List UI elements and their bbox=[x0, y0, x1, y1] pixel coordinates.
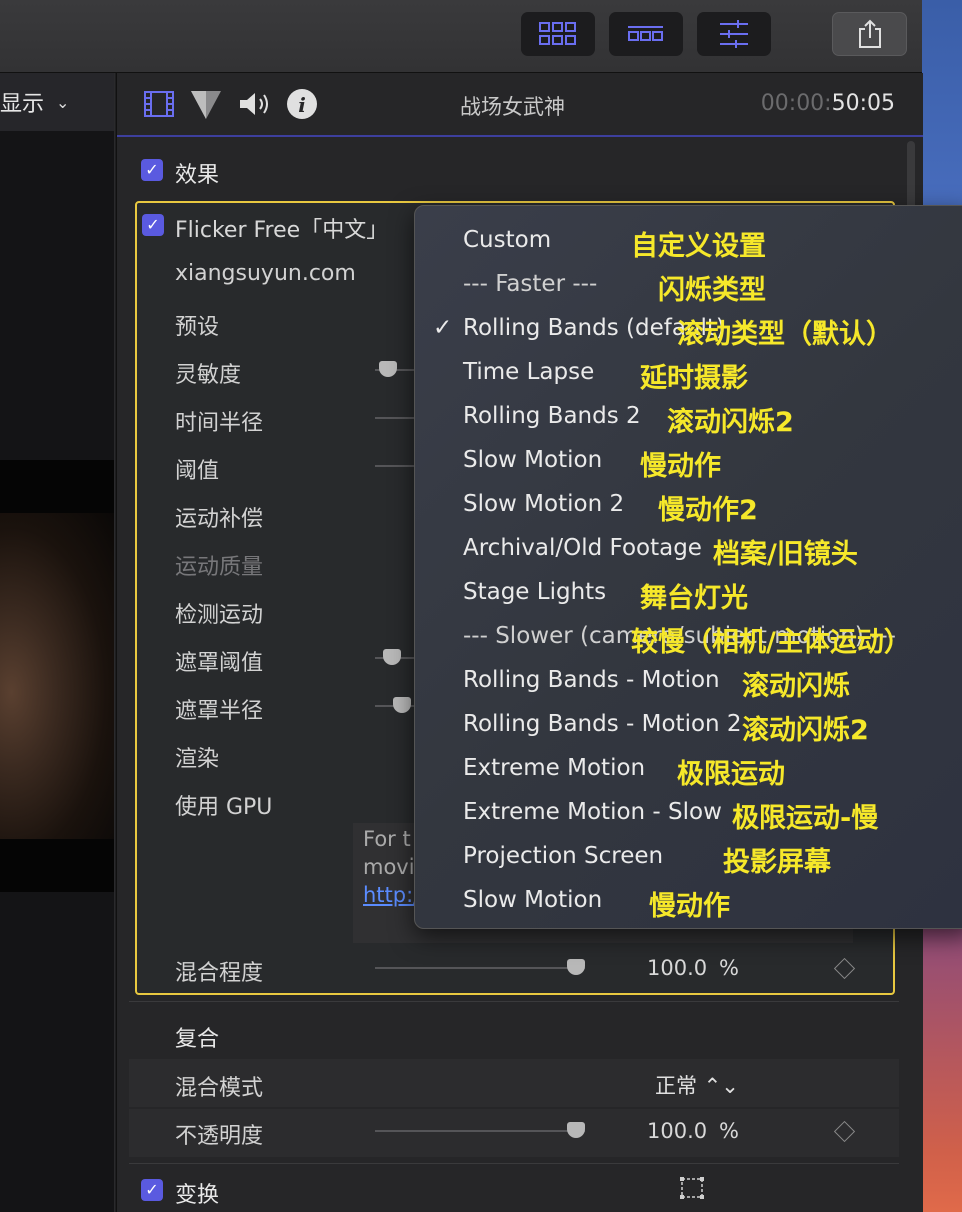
menu-annotation: 滚动类型（默认） bbox=[677, 319, 893, 350]
inspector-sliders-icon bbox=[720, 20, 748, 48]
info-icon[interactable]: i bbox=[285, 87, 319, 121]
video-icon[interactable] bbox=[143, 89, 175, 119]
param-use-gpu: 使用 GPU bbox=[175, 795, 273, 820]
menu-annotation: 较慢（相机/主体运动） bbox=[631, 627, 911, 658]
timecode: 00:00:50:05 bbox=[761, 91, 895, 116]
menu-annotation: 慢动作 bbox=[640, 451, 721, 482]
param-render: 渲染 bbox=[175, 747, 220, 772]
menu-annotation: 滚动闪烁 bbox=[742, 671, 850, 702]
param-threshold: 阈值 bbox=[175, 459, 220, 484]
display-menu-label[interactable]: 显示 bbox=[0, 86, 44, 118]
param-detect-motion: 检测运动 bbox=[175, 603, 264, 628]
menu-annotation: 自定义设置 bbox=[631, 231, 766, 262]
effect-enable-checkbox[interactable]: ✓ bbox=[142, 214, 164, 236]
mix-slider[interactable] bbox=[375, 967, 585, 969]
menu-item-extreme-motion[interactable]: Extreme Motion bbox=[463, 755, 645, 781]
menu-item-stage-lights[interactable]: Stage Lights bbox=[463, 579, 606, 605]
menu-annotation: 投影屏幕 bbox=[723, 847, 831, 878]
grid-view-icon bbox=[539, 22, 576, 45]
menu-item-slow-motion[interactable]: Slow Motion bbox=[463, 447, 602, 473]
grid-view-button[interactable] bbox=[521, 12, 595, 56]
time-radius-slider[interactable] bbox=[375, 417, 415, 419]
clip-title: 战场女武神 bbox=[460, 95, 565, 119]
viewer-header[interactable]: 显示 ⌄ bbox=[0, 73, 114, 131]
menu-item-slow-motion-2[interactable]: Slow Motion 2 bbox=[463, 491, 624, 517]
param-motion-compensation: 运动补偿 bbox=[175, 507, 264, 532]
opacity-slider[interactable] bbox=[375, 1130, 585, 1132]
threshold-slider[interactable] bbox=[375, 465, 415, 467]
param-sensitivity: 灵敏度 bbox=[175, 363, 242, 388]
menu-item-extreme-motion-slow[interactable]: Extreme Motion - Slow bbox=[463, 799, 722, 825]
opacity-label: 不透明度 bbox=[175, 1124, 264, 1149]
menu-item-custom[interactable]: Custom bbox=[463, 227, 551, 253]
menu-annotation: 滚动闪烁2 bbox=[742, 715, 869, 746]
menu-annotation: 延时摄影 bbox=[640, 363, 748, 394]
filmstrip-button[interactable] bbox=[609, 12, 683, 56]
menu-annotation: 档案/旧镜头 bbox=[713, 539, 858, 570]
filmstrip-icon bbox=[628, 26, 663, 41]
mix-unit: % bbox=[719, 956, 739, 980]
menu-annotation: 极限运动-慢 bbox=[732, 803, 879, 834]
menu-item-rolling-bands-motion[interactable]: Rolling Bands - Motion bbox=[463, 667, 720, 693]
timecode-value: 50:05 bbox=[831, 91, 895, 116]
timecode-leading: 00:00: bbox=[760, 91, 832, 116]
chevron-down-icon[interactable]: ⌄ bbox=[56, 93, 69, 112]
preset-dropdown-menu: Custom 自定义设置 --- Faster --- 闪烁类型 ✓ Rolli… bbox=[414, 205, 962, 929]
param-time-radius: 时间半径 bbox=[175, 411, 264, 436]
menu-item-rolling-bands-2[interactable]: Rolling Bands 2 bbox=[463, 403, 641, 429]
opacity-value[interactable]: 100.0 bbox=[647, 1119, 707, 1143]
menu-annotation: 舞台灯光 bbox=[640, 583, 748, 614]
param-mask-threshold: 遮罩阈值 bbox=[175, 651, 264, 676]
menu-annotation: 极限运动 bbox=[677, 759, 785, 790]
blend-mode-label: 混合模式 bbox=[175, 1076, 264, 1101]
blend-mode-select[interactable]: 正常 ⌃⌄ bbox=[655, 1070, 739, 1100]
effect-name: Flicker Free「中文」 bbox=[175, 218, 389, 243]
share-icon bbox=[858, 19, 881, 48]
opacity-unit: % bbox=[719, 1119, 739, 1143]
svg-text:i: i bbox=[298, 93, 306, 117]
param-motion-quality: 运动质量 bbox=[175, 555, 264, 580]
menu-item-time-lapse[interactable]: Time Lapse bbox=[463, 359, 594, 385]
inspector-toggle-button[interactable] bbox=[697, 12, 771, 56]
color-icon[interactable] bbox=[189, 89, 223, 121]
viewer-panel: 显示 ⌄ bbox=[0, 73, 115, 1212]
menu-item-rolling-bands-motion-2[interactable]: Rolling Bands - Motion 2 bbox=[463, 711, 742, 737]
menu-item-slow-motion-last[interactable]: Slow Motion bbox=[463, 887, 602, 913]
audio-icon[interactable] bbox=[237, 89, 273, 119]
share-button[interactable] bbox=[832, 12, 907, 56]
section-divider bbox=[129, 1163, 899, 1164]
info-link[interactable]: http:/ bbox=[363, 883, 420, 907]
param-website: xiangsuyun.com bbox=[175, 261, 356, 286]
toolbar bbox=[0, 0, 922, 73]
menu-item-projection-screen[interactable]: Projection Screen bbox=[463, 843, 663, 869]
param-mix: 混合程度 bbox=[175, 961, 264, 986]
effects-checkbox[interactable]: ✓ bbox=[141, 159, 163, 181]
menu-annotation: 滚动闪烁2 bbox=[667, 407, 794, 438]
menu-item-archival[interactable]: Archival/Old Footage bbox=[463, 535, 702, 561]
section-divider bbox=[129, 1001, 899, 1002]
transform-checkbox[interactable]: ✓ bbox=[141, 1179, 163, 1201]
composite-label: 复合 bbox=[175, 1027, 220, 1052]
video-image bbox=[0, 513, 114, 839]
inspector-header: i 战场女武神 00:00:50:05 bbox=[117, 73, 923, 137]
menu-annotation: 慢动作 bbox=[649, 891, 730, 922]
transform-overlay-icon[interactable] bbox=[679, 1176, 705, 1200]
param-preset: 预设 bbox=[175, 315, 220, 340]
menu-annotation: 慢动作2 bbox=[658, 495, 758, 526]
menu-separator-faster: --- Faster --- bbox=[463, 271, 598, 297]
effects-label: 效果 bbox=[175, 163, 220, 188]
mix-value[interactable]: 100.0 bbox=[647, 956, 707, 980]
checkmark-icon: ✓ bbox=[433, 315, 453, 341]
menu-annotation: 闪烁类型 bbox=[658, 275, 766, 306]
info-text: For t movi http:/ bbox=[363, 825, 420, 909]
info-description: For t movi bbox=[363, 827, 415, 879]
transform-label: 变换 bbox=[175, 1183, 220, 1208]
param-mask-radius: 遮罩半径 bbox=[175, 699, 264, 724]
